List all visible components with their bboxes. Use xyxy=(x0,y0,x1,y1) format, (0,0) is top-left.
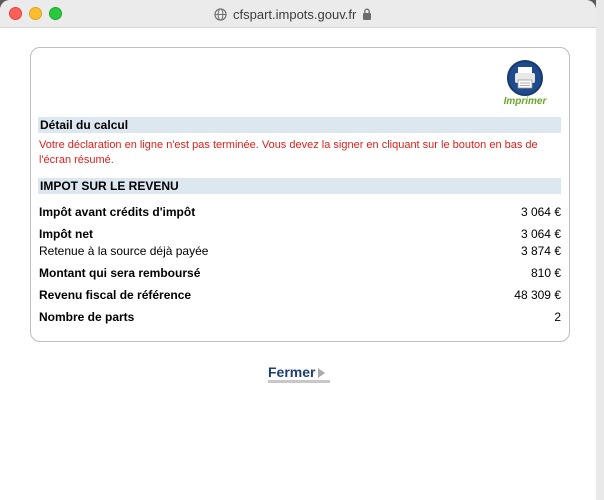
row-revenu-fiscal: Revenu fiscal de référence 48 309 € xyxy=(39,287,561,303)
row-value: 2 xyxy=(554,310,561,324)
row-label: Montant qui sera remboursé xyxy=(39,266,201,280)
address-bar[interactable]: cfspart.impots.gouv.fr xyxy=(214,5,372,23)
title-bar: cfspart.impots.gouv.fr xyxy=(0,0,596,28)
row-montant-rembourse: Montant qui sera remboursé 810 € xyxy=(39,265,561,281)
maximize-window-button[interactable] xyxy=(49,7,62,20)
row-value: 3 064 € xyxy=(520,227,561,241)
warning-message: Votre déclaration en ligne n'est pas ter… xyxy=(39,139,538,166)
printer-icon xyxy=(507,60,543,96)
row-label: Impôt avant crédits d'impôt xyxy=(39,205,196,219)
row-value: 48 309 € xyxy=(514,288,561,302)
lock-icon xyxy=(363,8,372,20)
background-window xyxy=(596,0,604,500)
row-label: Retenue à la source déjà payée xyxy=(39,244,209,258)
row-value: 3 064 € xyxy=(520,205,561,219)
row-impot-avant-credits: Impôt avant crédits d'impôt 3 064 € xyxy=(39,204,561,220)
row-value: 3 874 € xyxy=(520,244,561,258)
detail-heading: Détail du calcul xyxy=(38,117,561,133)
popup-window: cfspart.impots.gouv.fr Imprimer Détail d… xyxy=(0,0,596,500)
globe-icon xyxy=(214,7,227,21)
row-retenue-source: Retenue à la source déjà payée 3 874 € xyxy=(39,243,561,259)
calculation-panel: Imprimer Détail du calcul Votre déclarat… xyxy=(30,47,570,342)
row-nombre-parts: Nombre de parts 2 xyxy=(39,309,561,325)
impot-heading: IMPOT SUR LE REVENU xyxy=(38,178,561,194)
close-button-underline xyxy=(268,380,330,383)
row-label: Nombre de parts xyxy=(39,310,135,324)
close-button-label: Fermer xyxy=(268,364,316,380)
print-button[interactable]: Imprimer xyxy=(499,60,551,112)
row-value: 810 € xyxy=(530,266,561,280)
close-window-button[interactable] xyxy=(9,7,22,20)
row-label: Impôt net xyxy=(39,227,93,241)
minimize-window-button[interactable] xyxy=(29,7,42,20)
close-button[interactable]: Fermer xyxy=(268,364,326,380)
url-text: cfspart.impots.gouv.fr xyxy=(233,6,357,22)
arrow-right-icon xyxy=(318,368,326,378)
print-label: Imprimer xyxy=(503,96,547,107)
row-label: Revenu fiscal de référence xyxy=(39,288,192,302)
row-impot-net: Impôt net 3 064 € xyxy=(39,226,561,242)
